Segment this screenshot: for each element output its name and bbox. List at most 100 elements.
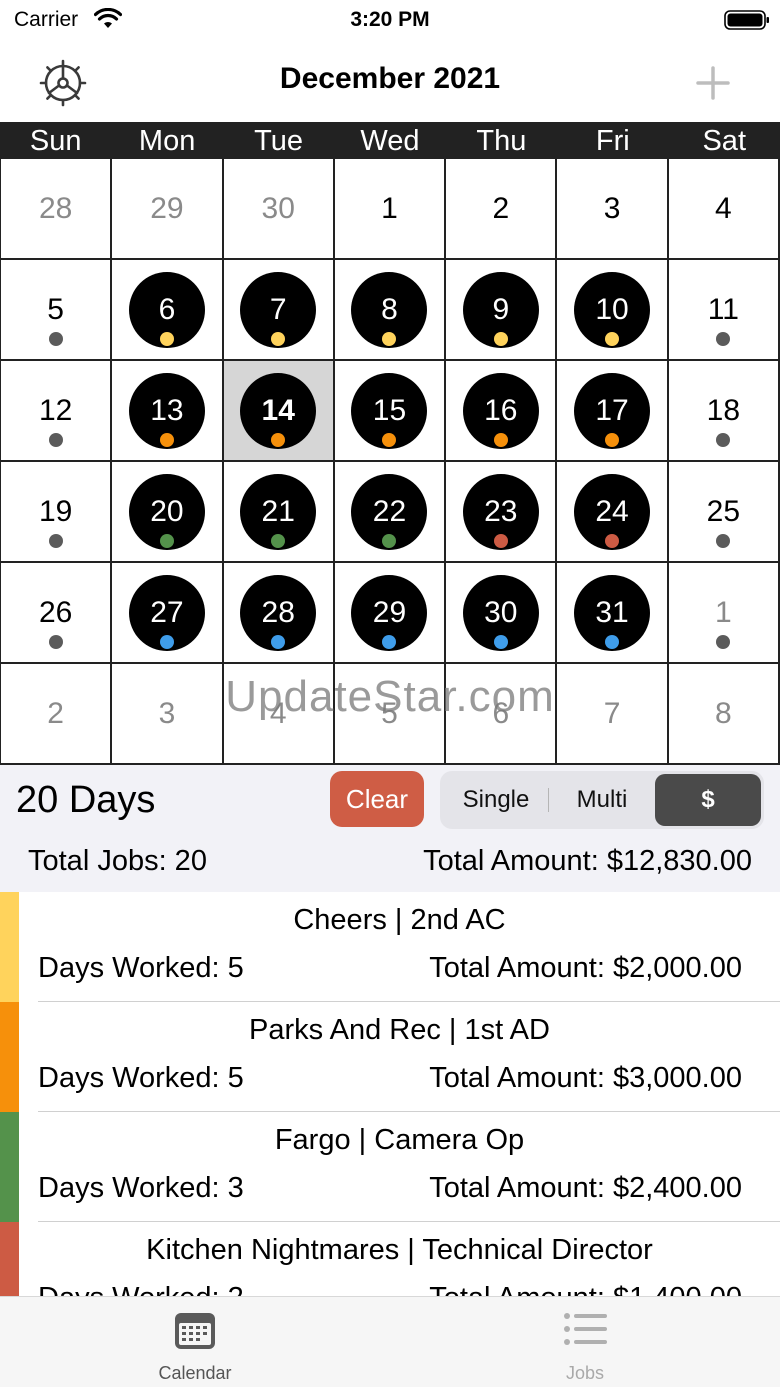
day-cell[interactable]: 27 bbox=[112, 563, 224, 664]
weekday-label: Sun bbox=[29, 125, 82, 157]
day-number: 27 bbox=[150, 595, 184, 629]
job-dot-indicator bbox=[493, 432, 508, 447]
status-bar: Carrier 3:20 PM bbox=[0, 0, 780, 44]
day-cell[interactable]: 28 bbox=[223, 563, 335, 664]
day-cell[interactable]: 2 bbox=[1, 664, 113, 765]
job-total-amount: Total Amount: $2,000.00 bbox=[429, 952, 742, 984]
day-cell[interactable]: 8 bbox=[334, 260, 447, 361]
day-number: 30 bbox=[261, 191, 295, 225]
day-cell[interactable]: 6 bbox=[112, 260, 224, 361]
total-jobs: Total Jobs: 20 bbox=[28, 845, 207, 877]
day-cell[interactable]: 8 bbox=[668, 664, 780, 765]
day-number: 30 bbox=[484, 595, 518, 629]
job-dot-indicator bbox=[271, 432, 286, 447]
day-cell[interactable]: 24 bbox=[557, 462, 669, 563]
day-cell[interactable]: 19 bbox=[1, 462, 113, 563]
job-dot-indicator bbox=[716, 331, 731, 346]
job-dot-indicator bbox=[493, 331, 508, 346]
job-dot-indicator bbox=[493, 634, 508, 649]
job-row[interactable]: Kitchen Nightmares | Technical Director … bbox=[0, 1222, 780, 1296]
day-cell[interactable]: 2 bbox=[446, 159, 558, 260]
job-total-amount: Total Amount: $2,400.00 bbox=[429, 1172, 742, 1204]
weekday-label: Fri bbox=[595, 125, 630, 157]
day-number: 16 bbox=[484, 393, 518, 427]
job-dot-indicator bbox=[605, 432, 620, 447]
day-number: 26 bbox=[38, 595, 73, 629]
segment-single[interactable]: Single bbox=[443, 774, 549, 826]
weekday-label: Mon bbox=[138, 125, 196, 157]
job-title: Parks And Rec | 1st AD bbox=[249, 1014, 550, 1046]
day-cell[interactable]: 26 bbox=[1, 563, 113, 664]
job-dot-indicator bbox=[159, 634, 174, 649]
day-number: 8 bbox=[715, 696, 732, 730]
day-cell[interactable]: 23 bbox=[446, 462, 558, 563]
day-cell[interactable]: 20 bbox=[112, 462, 224, 563]
tab-jobs[interactable]: Jobs bbox=[390, 1297, 780, 1387]
job-row[interactable]: Cheers | 2nd AC Days Worked: 5 Total Amo… bbox=[0, 892, 780, 1002]
day-cell[interactable]: 7 bbox=[223, 260, 335, 361]
segment-multi[interactable]: Multi bbox=[549, 774, 655, 826]
day-number: 4 bbox=[715, 191, 732, 225]
day-cell[interactable]: 3 bbox=[112, 664, 224, 765]
job-dot-indicator bbox=[271, 533, 286, 548]
day-cell[interactable]: 1 bbox=[668, 563, 780, 664]
day-cell[interactable]: 1 bbox=[334, 159, 447, 260]
job-dot-indicator bbox=[382, 331, 397, 346]
day-number: 1 bbox=[715, 595, 732, 629]
day-cell[interactable]: 4 bbox=[668, 159, 780, 260]
day-number: 8 bbox=[381, 292, 398, 326]
nav-bar: December 2021 bbox=[0, 44, 780, 122]
day-number: 24 bbox=[595, 494, 629, 528]
job-title: Kitchen Nightmares | Technical Director bbox=[146, 1234, 653, 1266]
job-dot-indicator bbox=[605, 533, 620, 548]
day-cell[interactable]: 5 bbox=[1, 260, 113, 361]
day-cell[interactable]: 12 bbox=[1, 361, 113, 462]
clear-button[interactable]: Clear bbox=[330, 771, 424, 827]
day-cell[interactable]: 6 bbox=[446, 664, 558, 765]
day-cell[interactable]: 25 bbox=[668, 462, 780, 563]
job-dot-indicator bbox=[716, 634, 731, 649]
day-cell[interactable]: 28 bbox=[1, 159, 113, 260]
day-number: 5 bbox=[381, 696, 398, 730]
day-cell[interactable]: 30 bbox=[446, 563, 558, 664]
day-cell[interactable]: 17 bbox=[557, 361, 669, 462]
day-cell[interactable]: 7 bbox=[557, 664, 669, 765]
job-title: Cheers | 2nd AC bbox=[293, 904, 506, 936]
segment-dollar[interactable]: $ bbox=[655, 774, 761, 826]
day-number: 1 bbox=[381, 191, 398, 225]
day-number: 7 bbox=[603, 696, 621, 730]
day-cell[interactable]: 29 bbox=[112, 159, 224, 260]
day-cell[interactable]: 5 bbox=[334, 664, 447, 765]
day-cell[interactable]: 16 bbox=[446, 361, 558, 462]
job-total-amount: Total Amount: $3,000.00 bbox=[429, 1062, 742, 1094]
job-days-worked: Days Worked: 5 bbox=[38, 952, 244, 984]
day-cell[interactable]: 30 bbox=[223, 159, 335, 260]
day-number: 14 bbox=[261, 393, 295, 427]
day-cell[interactable]: 14 bbox=[223, 361, 335, 462]
day-cell[interactable]: 29 bbox=[334, 563, 447, 664]
tab-calendar[interactable]: Calendar bbox=[0, 1297, 390, 1387]
day-cell[interactable]: 9 bbox=[446, 260, 558, 361]
day-cell[interactable]: 18 bbox=[668, 361, 780, 462]
job-row[interactable]: Parks And Rec | 1st AD Days Worked: 5 To… bbox=[0, 1002, 780, 1112]
day-number: 20 bbox=[150, 494, 184, 528]
job-list: Cheers | 2nd AC Days Worked: 5 Total Amo… bbox=[0, 892, 780, 1296]
month-title: December 2021 bbox=[279, 62, 501, 95]
day-number: 3 bbox=[158, 696, 176, 730]
day-number: 2 bbox=[47, 696, 64, 730]
day-cell[interactable]: 4 bbox=[223, 664, 335, 765]
job-title: Fargo | Camera Op bbox=[274, 1124, 525, 1156]
job-row[interactable]: Fargo | Camera Op Days Worked: 3 Total A… bbox=[0, 1112, 780, 1222]
day-cell[interactable]: 3 bbox=[557, 159, 669, 260]
day-cell[interactable]: 11 bbox=[668, 260, 780, 361]
plus-icon[interactable] bbox=[694, 64, 732, 102]
day-cell[interactable]: 21 bbox=[223, 462, 335, 563]
day-cell[interactable]: 15 bbox=[334, 361, 447, 462]
day-cell[interactable]: 13 bbox=[112, 361, 224, 462]
day-number: 29 bbox=[372, 595, 407, 629]
day-cell[interactable]: 10 bbox=[557, 260, 669, 361]
job-dot-indicator bbox=[159, 533, 174, 548]
day-cell[interactable]: 31 bbox=[557, 563, 669, 664]
day-cell[interactable]: 22 bbox=[334, 462, 447, 563]
mode-segmented-control: Single Multi $ bbox=[440, 771, 764, 829]
